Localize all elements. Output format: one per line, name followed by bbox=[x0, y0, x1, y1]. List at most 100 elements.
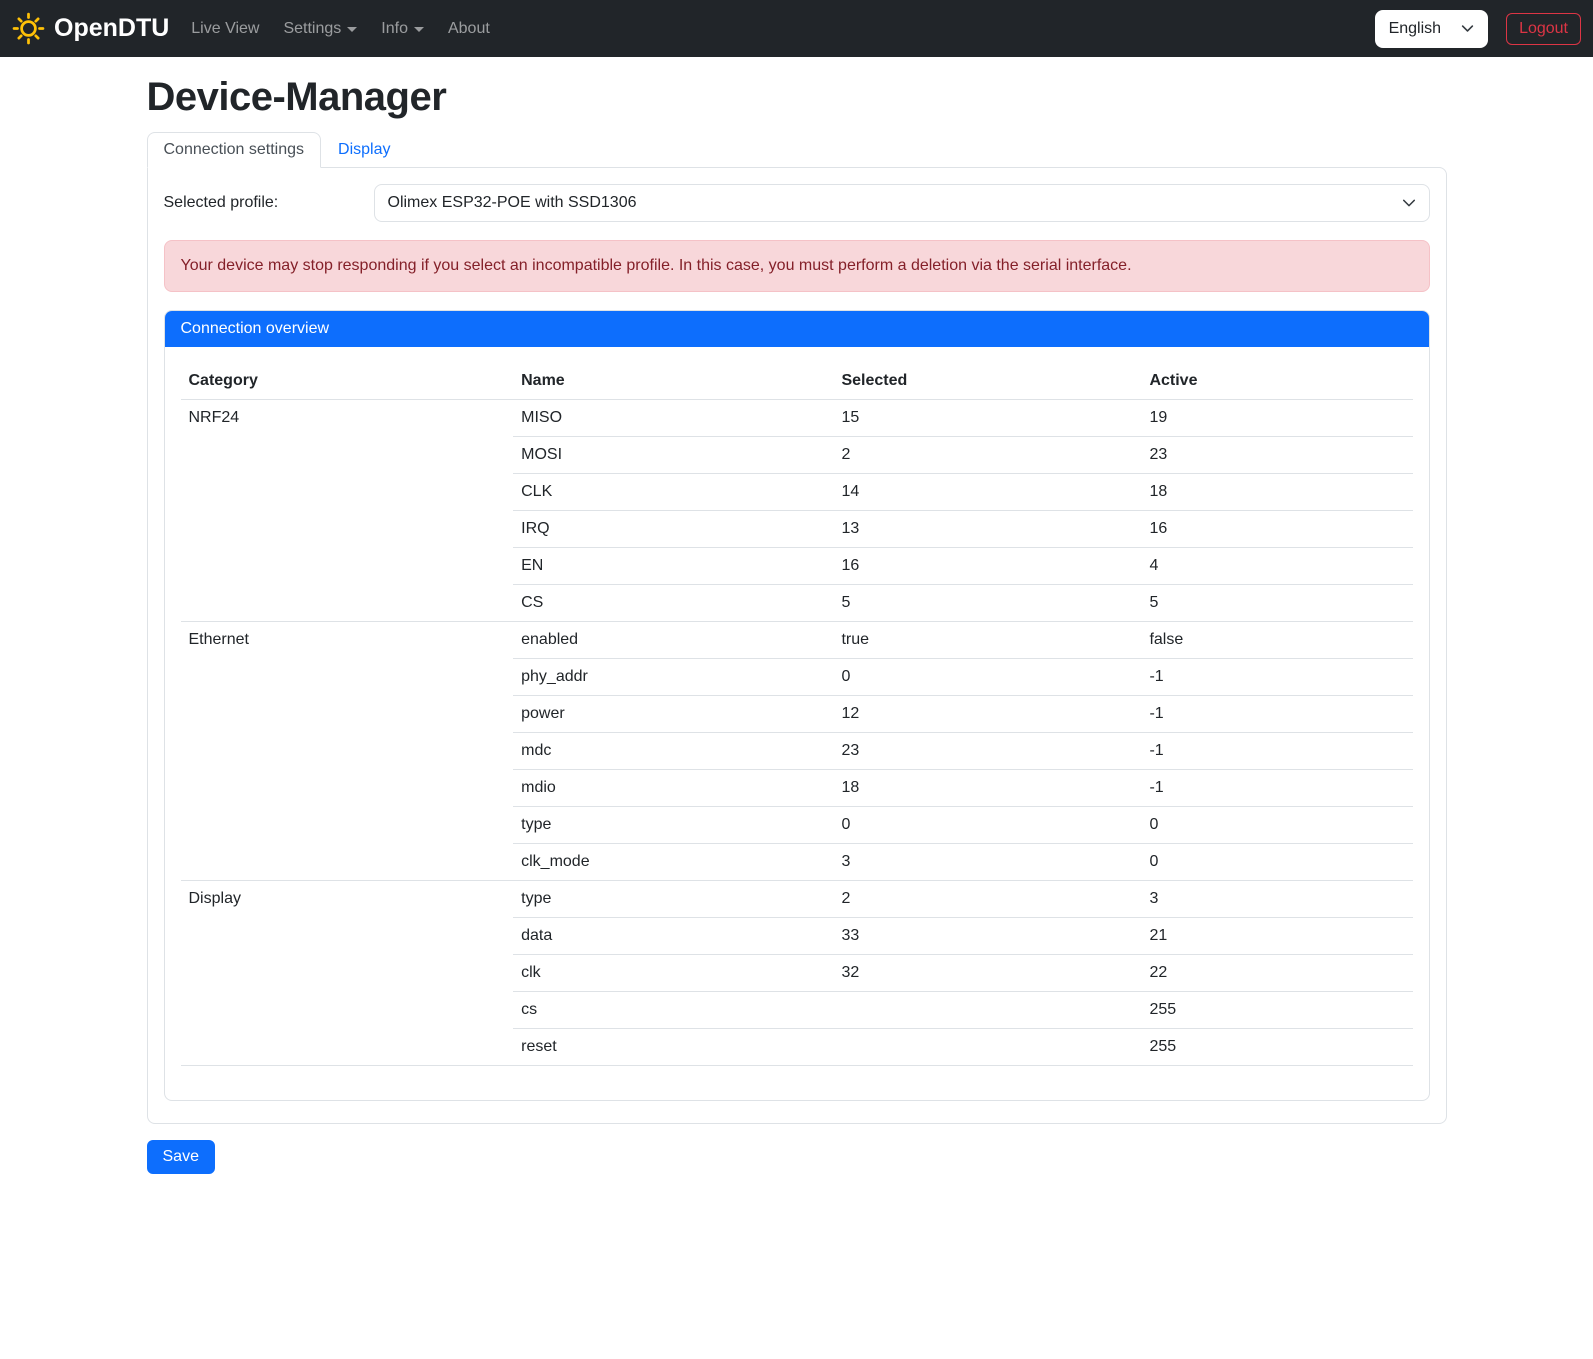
active-cell: -1 bbox=[1141, 770, 1412, 807]
name-cell: reset bbox=[513, 1029, 833, 1066]
active-cell: -1 bbox=[1141, 659, 1412, 696]
overview-table: Category Name Selected Active NRF24MISO1… bbox=[181, 363, 1413, 1066]
active-cell: -1 bbox=[1141, 696, 1412, 733]
name-cell: IRQ bbox=[513, 511, 833, 548]
name-cell: data bbox=[513, 918, 833, 955]
profile-select[interactable]: Olimex ESP32-POE with SSD1306 bbox=[374, 184, 1430, 222]
active-cell: 4 bbox=[1141, 548, 1412, 585]
active-cell: 18 bbox=[1141, 474, 1412, 511]
category-cell: NRF24 bbox=[181, 400, 514, 622]
selected-cell: 2 bbox=[833, 881, 1141, 918]
name-cell: CS bbox=[513, 585, 833, 622]
language-value: English bbox=[1389, 20, 1441, 38]
name-cell: type bbox=[513, 881, 833, 918]
selected-cell: 13 bbox=[833, 511, 1141, 548]
nav-item-about[interactable]: About bbox=[436, 12, 502, 46]
active-cell: false bbox=[1141, 622, 1412, 659]
active-cell: 255 bbox=[1141, 1029, 1412, 1066]
connection-overview-body: Category Name Selected Active NRF24MISO1… bbox=[165, 347, 1429, 1100]
active-cell: 0 bbox=[1141, 807, 1412, 844]
active-cell: 19 bbox=[1141, 400, 1412, 437]
name-cell: cs bbox=[513, 992, 833, 1029]
language-select[interactable]: English bbox=[1375, 10, 1488, 48]
overview-table-body: NRF24MISO1519MOSI223CLK1418IRQ1316EN164C… bbox=[181, 400, 1413, 1066]
selected-cell: 16 bbox=[833, 548, 1141, 585]
main-nav: Live View Settings Info About bbox=[179, 12, 502, 46]
column-header-selected: Selected bbox=[833, 363, 1141, 400]
active-cell: 16 bbox=[1141, 511, 1412, 548]
name-cell: clk_mode bbox=[513, 844, 833, 881]
selected-cell: 18 bbox=[833, 770, 1141, 807]
active-cell: 0 bbox=[1141, 844, 1412, 881]
nav-item-info[interactable]: Info bbox=[369, 12, 436, 46]
navbar: OpenDTU Live View Settings Info About En… bbox=[0, 0, 1593, 57]
name-cell: MOSI bbox=[513, 437, 833, 474]
page-title: Device-Manager bbox=[147, 75, 1447, 120]
active-cell: 21 bbox=[1141, 918, 1412, 955]
logout-button[interactable]: Logout bbox=[1506, 13, 1581, 45]
name-cell: CLK bbox=[513, 474, 833, 511]
selected-profile-label: Selected profile: bbox=[164, 194, 374, 212]
name-cell: EN bbox=[513, 548, 833, 585]
selected-cell: true bbox=[833, 622, 1141, 659]
category-cell: Ethernet bbox=[181, 622, 514, 881]
selected-cell: 33 bbox=[833, 918, 1141, 955]
column-header-category: Category bbox=[181, 363, 514, 400]
save-button[interactable]: Save bbox=[147, 1140, 215, 1174]
name-cell: enabled bbox=[513, 622, 833, 659]
nav-item-label: Info bbox=[381, 20, 408, 38]
column-header-active: Active bbox=[1141, 363, 1412, 400]
tab-display[interactable]: Display bbox=[321, 132, 407, 168]
brand-label: OpenDTU bbox=[54, 14, 169, 43]
selected-cell: 5 bbox=[833, 585, 1141, 622]
selected-cell: 14 bbox=[833, 474, 1141, 511]
sun-icon bbox=[12, 12, 45, 45]
active-cell: 22 bbox=[1141, 955, 1412, 992]
table-row: NRF24MISO1519 bbox=[181, 400, 1413, 437]
selected-cell bbox=[833, 1029, 1141, 1066]
active-cell: -1 bbox=[1141, 733, 1412, 770]
active-cell: 255 bbox=[1141, 992, 1412, 1029]
nav-item-settings[interactable]: Settings bbox=[271, 12, 369, 46]
name-cell: mdio bbox=[513, 770, 833, 807]
page-container: Device-Manager Connection settings Displ… bbox=[147, 57, 1447, 1174]
selected-profile-row: Selected profile: Olimex ESP32-POE with … bbox=[164, 184, 1430, 222]
name-cell: clk bbox=[513, 955, 833, 992]
profile-select-value: Olimex ESP32-POE with SSD1306 bbox=[388, 194, 637, 212]
table-row: Displaytype23 bbox=[181, 881, 1413, 918]
nav-item-label: Live View bbox=[191, 20, 259, 38]
table-header-row: Category Name Selected Active bbox=[181, 363, 1413, 400]
selected-cell: 23 bbox=[833, 733, 1141, 770]
nav-item-label: About bbox=[448, 20, 490, 38]
tab-connection-settings[interactable]: Connection settings bbox=[147, 132, 322, 168]
tab-bar: Connection settings Display bbox=[147, 132, 1447, 167]
active-cell: 5 bbox=[1141, 585, 1412, 622]
selected-cell: 0 bbox=[833, 807, 1141, 844]
chevron-down-icon bbox=[1461, 22, 1474, 35]
navbar-right: English Logout bbox=[1375, 10, 1581, 48]
selected-cell: 3 bbox=[833, 844, 1141, 881]
nav-item-label: Settings bbox=[283, 20, 341, 38]
brand-link[interactable]: OpenDTU bbox=[12, 12, 169, 45]
caret-down-icon bbox=[414, 27, 424, 32]
tab-content-card: Selected profile: Olimex ESP32-POE with … bbox=[147, 167, 1447, 1124]
selected-cell: 12 bbox=[833, 696, 1141, 733]
selected-cell: 2 bbox=[833, 437, 1141, 474]
table-row: Ethernetenabledtruefalse bbox=[181, 622, 1413, 659]
column-header-name: Name bbox=[513, 363, 833, 400]
selected-cell: 15 bbox=[833, 400, 1141, 437]
connection-overview-header: Connection overview bbox=[165, 311, 1429, 347]
selected-cell: 32 bbox=[833, 955, 1141, 992]
selected-cell bbox=[833, 992, 1141, 1029]
name-cell: mdc bbox=[513, 733, 833, 770]
category-cell: Display bbox=[181, 881, 514, 1066]
name-cell: MISO bbox=[513, 400, 833, 437]
name-cell: phy_addr bbox=[513, 659, 833, 696]
nav-item-live-view[interactable]: Live View bbox=[179, 12, 271, 46]
name-cell: power bbox=[513, 696, 833, 733]
incompatible-profile-warning: Your device may stop responding if you s… bbox=[164, 240, 1430, 292]
chevron-down-icon bbox=[1402, 196, 1416, 210]
caret-down-icon bbox=[347, 27, 357, 32]
name-cell: type bbox=[513, 807, 833, 844]
connection-overview-card: Connection overview Category Name Select… bbox=[164, 310, 1430, 1101]
